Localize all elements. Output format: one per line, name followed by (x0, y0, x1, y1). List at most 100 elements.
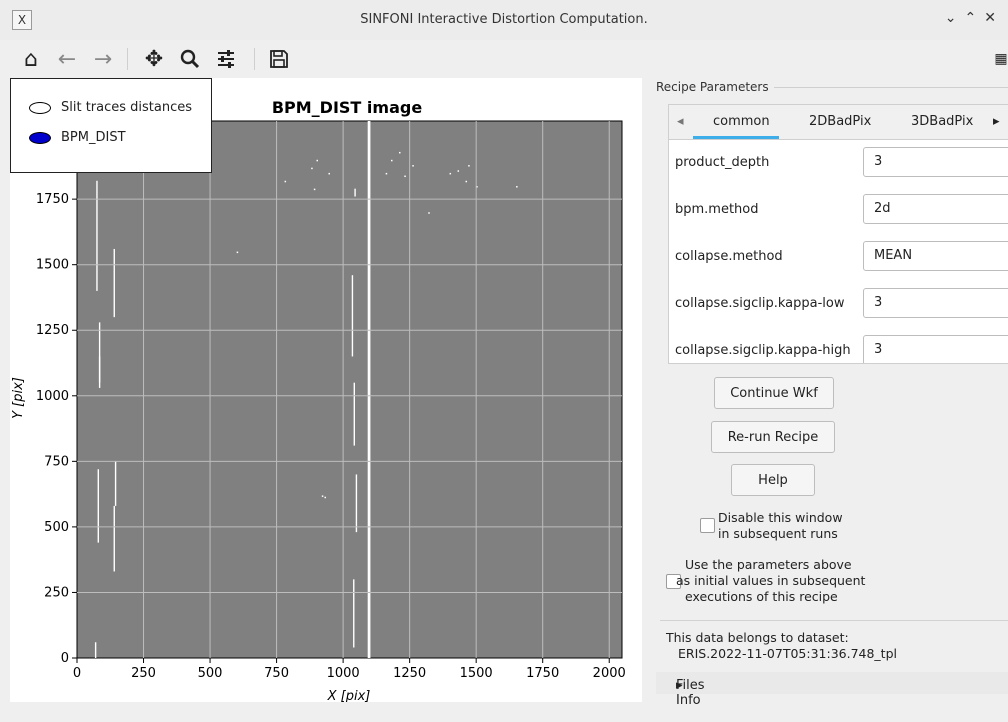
legend-label: Slit traces distances (61, 100, 193, 115)
y-tick-label: 500 (44, 520, 69, 535)
group-border (774, 87, 1008, 88)
title-bar: X SINFONI Interactive Distortion Computa… (0, 0, 1008, 41)
label-line: executions of this recipe (685, 589, 838, 604)
y-tick-label: 250 (44, 585, 69, 600)
bad-pixel-dot (321, 495, 324, 497)
forward-arrow-icon[interactable]: → (88, 44, 118, 74)
param-label: collapse.method (675, 249, 783, 264)
overflow-menu-icon[interactable]: ▦ (986, 44, 1008, 74)
bad-pixel-dot (516, 186, 518, 188)
bad-pixel-dot (404, 175, 406, 178)
x-axis-ticks: 0 250 500 750 1000 1250 1500 1750 2000 (73, 658, 626, 681)
use-initial-values-label: Use the parameters above as initial valu… (676, 557, 865, 605)
legend-label: BPM_DIST (61, 130, 126, 145)
y-axis-label: Y [pix] (11, 377, 26, 419)
dataset-caption: This data belongs to dataset: (666, 630, 849, 645)
bad-pixel-dot (313, 188, 316, 191)
minimize-icon[interactable]: ⌄ (945, 10, 965, 26)
legend-entry: Slit traces distances (29, 100, 192, 115)
tab-bar: ◂ common 2DBadPix 3DBadPix ▸ (669, 105, 1008, 140)
bad-pixel-dot (324, 496, 326, 499)
bad-pixel-dot (391, 159, 393, 162)
pan-icon[interactable]: ✥ (139, 44, 169, 74)
legend-entry: BPM_DIST (29, 130, 126, 145)
bad-pixel-dot (398, 151, 401, 154)
recipe-panel: Recipe Parameters ◂ common 2DBadPix 3DBa… (656, 78, 1008, 708)
window-title: SINFONI Interactive Distortion Computati… (360, 12, 648, 27)
active-tab-indicator (693, 136, 779, 139)
x-tick-label: 1250 (393, 666, 426, 681)
param-label: collapse.sigclip.kappa-low (675, 296, 845, 311)
recipe-parameters-title: Recipe Parameters (656, 80, 773, 94)
x-tick-label: 1000 (327, 666, 360, 681)
tab-scroll-right-icon[interactable]: ▸ (993, 114, 1000, 129)
tab-3dbadpix[interactable]: 3DBadPix (911, 114, 973, 129)
configure-subplots-icon[interactable] (211, 44, 241, 74)
label-line: in subsequent runs (718, 526, 838, 541)
param-select-collapse-method[interactable]: MEAN (863, 241, 1008, 271)
files-info-label: Files Info (676, 678, 705, 708)
bad-pixel-dot (465, 180, 468, 183)
bad-pixel-dot (385, 172, 388, 175)
y-axis-ticks: 0 250 500 750 1000 1250 1500 1750 (36, 192, 77, 666)
y-tick-label: 1750 (36, 192, 69, 207)
bad-pixel-dot (311, 167, 313, 170)
param-input-kappa-low[interactable]: 3 (863, 288, 1008, 318)
bad-pixel-dot (449, 172, 452, 175)
bpm-image (76, 120, 623, 659)
files-info-expander[interactable]: ▸ Files Info (656, 672, 1008, 708)
help-button[interactable]: Help (731, 464, 815, 496)
back-arrow-icon[interactable]: ← (52, 44, 82, 74)
bad-pixel-dot (328, 172, 330, 175)
y-tick-label: 1500 (36, 258, 69, 273)
label-line: as initial values in subsequent (676, 573, 866, 588)
bad-pixel-dot (284, 180, 287, 183)
x-tick-label: 0 (73, 666, 81, 681)
toolbar-separator (254, 48, 255, 70)
close-icon[interactable]: ✕ (984, 10, 1004, 26)
y-tick-label: 0 (61, 651, 69, 666)
y-tick-label: 750 (44, 454, 69, 469)
param-label: product_depth (675, 155, 770, 170)
home-icon[interactable]: ⌂ (16, 44, 46, 74)
plot-title: BPM_DIST image (272, 98, 422, 117)
window-controls: ⌄⌃✕ (945, 10, 1004, 26)
tab-common[interactable]: common (713, 114, 770, 129)
x-axis-label: X [pix] (327, 689, 371, 702)
rerun-recipe-button[interactable]: Re-run Recipe (711, 421, 835, 453)
param-list: product_depth 3 bpm.method 2d collapse.m… (669, 140, 1008, 363)
bad-pixel-dot (428, 212, 430, 214)
param-label: collapse.sigclip.kappa-high (675, 343, 851, 358)
disable-window-checkbox[interactable] (700, 518, 715, 533)
x-tick-label: 750 (264, 666, 289, 681)
param-input-kappa-high[interactable]: 3 (863, 335, 1008, 363)
param-select-bpm-method[interactable]: 2d (863, 194, 1008, 224)
param-row: collapse.sigclip.kappa-low 3 (669, 281, 1008, 328)
plot-toolbar: ⌂ ← → ✥ ▦ (0, 40, 1008, 78)
bad-pixel-dot (236, 251, 239, 254)
param-tab-panel: ◂ common 2DBadPix 3DBadPix ▸ product_dep… (668, 104, 1008, 364)
bad-pixel-dot (457, 170, 460, 172)
x-tick-label: 2000 (593, 666, 626, 681)
param-row: product_depth 3 (669, 140, 1008, 187)
maximize-icon[interactable]: ⌃ (965, 10, 985, 26)
save-icon[interactable] (264, 44, 294, 74)
plot-legend: Slit traces distances BPM_DIST (10, 78, 212, 173)
bad-pixel-dot (468, 165, 470, 167)
continue-workflow-button[interactable]: Continue Wkf (714, 377, 834, 409)
disable-window-label: Disable this window in subsequent runs (718, 510, 843, 542)
legend-marker-white (29, 101, 51, 114)
dataset-name: ERIS.2022-11-07T05:31:36.748_tpl (678, 646, 897, 661)
legend-marker-blue (29, 131, 51, 144)
tab-2dbadpix[interactable]: 2DBadPix (809, 114, 871, 129)
label-line: Use the parameters above (685, 557, 852, 572)
y-tick-label: 1000 (36, 389, 69, 404)
bad-pixel-dot (412, 165, 414, 167)
panel-divider (660, 620, 1008, 621)
param-label: bpm.method (675, 202, 759, 217)
tab-scroll-left-icon[interactable]: ◂ (677, 114, 684, 129)
x-tick-label: 500 (198, 666, 223, 681)
param-input-product-depth[interactable]: 3 (863, 147, 1008, 177)
zoom-icon[interactable] (175, 44, 205, 74)
toolbar-separator (127, 48, 128, 70)
